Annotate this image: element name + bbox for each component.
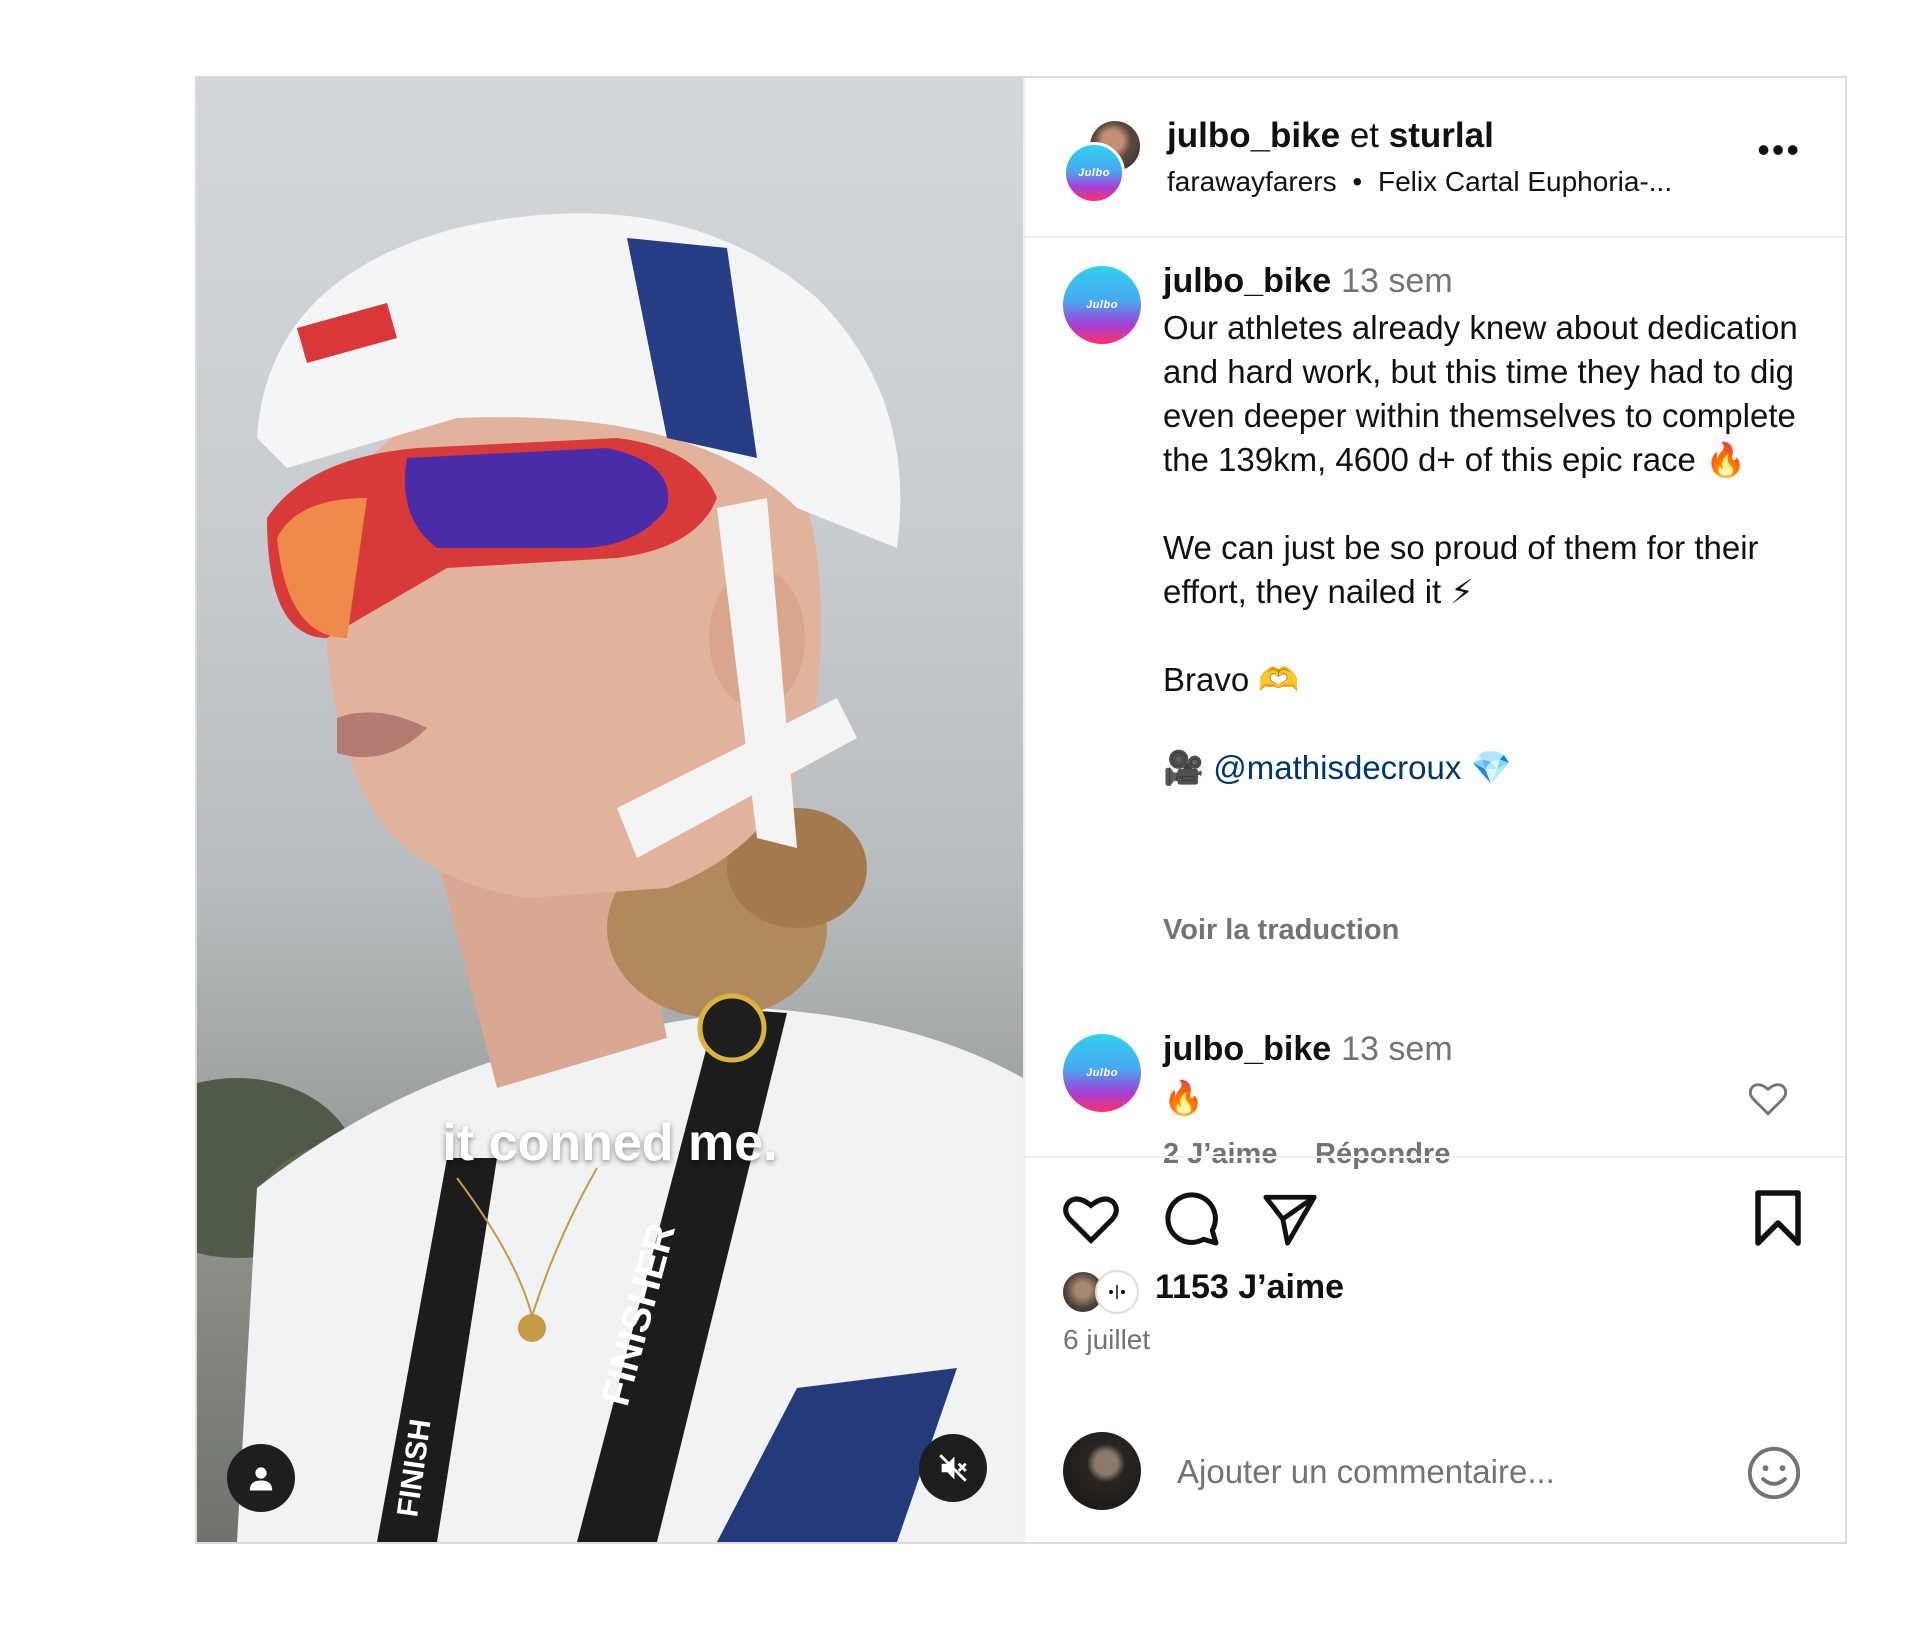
reply-button[interactable]: Répondre bbox=[1315, 1138, 1450, 1171]
more-horizontal-icon[interactable]: ••• bbox=[1757, 132, 1801, 168]
comment-author-row: julbo_bike 13 sem bbox=[1163, 1030, 1453, 1069]
comment-bubble-icon[interactable] bbox=[1161, 1188, 1221, 1248]
julbo-logo-text: Julbo bbox=[1086, 1067, 1118, 1079]
post-date[interactable]: 6 juillet bbox=[1063, 1324, 1150, 1356]
comments-section: Julbo julbo_bike 13 sem Our athletes alre… bbox=[1025, 238, 1845, 1228]
caption-text: Our athletes already knew about dedicati… bbox=[1163, 306, 1803, 790]
current-user-avatar bbox=[1063, 1432, 1141, 1510]
avatar-julbo-bike[interactable]: Julbo bbox=[1063, 142, 1125, 204]
subtitle-separator: • bbox=[1352, 166, 1363, 197]
caption-paragraph-2: We can just be so proud of them for thei… bbox=[1163, 529, 1759, 610]
caption-author-row: julbo_bike 13 sem bbox=[1163, 262, 1453, 301]
paper-plane-icon[interactable] bbox=[1261, 1190, 1319, 1248]
post-authors: julbo_bike et sturlal bbox=[1167, 116, 1494, 156]
mention-link[interactable]: @mathisdecroux bbox=[1213, 749, 1461, 786]
julbo-logo-text: Julbo bbox=[1078, 167, 1110, 179]
liker-avatar-2[interactable] bbox=[1095, 1270, 1139, 1314]
comment-input[interactable] bbox=[1175, 1440, 1699, 1504]
caption-paragraph-3: Bravo 🫶 bbox=[1163, 661, 1300, 698]
post-subtitle: farawayfarers • Felix Cartal Euphoria-..… bbox=[1167, 166, 1672, 198]
comment-author-avatar[interactable]: Julbo bbox=[1063, 1034, 1141, 1112]
smiley-icon[interactable] bbox=[1745, 1444, 1803, 1502]
doodle-face-icon bbox=[1109, 1285, 1125, 1299]
video-subtitle: it conned me. bbox=[442, 1114, 778, 1172]
caption-credit: 🎥 @mathisdecroux 💎 bbox=[1163, 746, 1803, 790]
collab-avatars[interactable]: Julbo bbox=[1063, 118, 1145, 204]
person-icon bbox=[249, 1467, 273, 1491]
post-header: Julbo julbo_bike et sturlal farawayfarer… bbox=[1025, 78, 1845, 238]
caption-author-avatar[interactable]: Julbo bbox=[1063, 266, 1141, 344]
bookmark-icon[interactable] bbox=[1753, 1188, 1803, 1248]
author-link-primary[interactable]: julbo_bike bbox=[1167, 116, 1340, 155]
heart-outline-icon[interactable] bbox=[1061, 1190, 1121, 1246]
audio-track-link[interactable]: Felix Cartal Euphoria-... bbox=[1378, 166, 1672, 197]
post-likes-count[interactable]: 1153 J’aime bbox=[1155, 1268, 1344, 1307]
subtitle-account-link[interactable]: farawayfarers bbox=[1167, 166, 1337, 197]
post-card: FINISHER FINISH it conned me. Julbo julb… bbox=[195, 76, 1847, 1544]
heart-outline-icon[interactable] bbox=[1747, 1078, 1789, 1118]
comment-likes-count[interactable]: 2 J’aime bbox=[1163, 1138, 1277, 1171]
comment-author-link[interactable]: julbo_bike bbox=[1163, 1030, 1331, 1068]
caption-paragraph-1: Our athletes already knew about dedicati… bbox=[1163, 309, 1798, 478]
julbo-logo-text: Julbo bbox=[1086, 299, 1118, 311]
gem-emoji: 💎 bbox=[1470, 749, 1512, 786]
caption-author-link[interactable]: julbo_bike bbox=[1163, 262, 1331, 300]
comment-text: 🔥 bbox=[1163, 1079, 1205, 1116]
author-joiner: et bbox=[1349, 116, 1380, 155]
author-link-secondary[interactable]: sturlal bbox=[1389, 116, 1494, 155]
post-video[interactable]: FINISHER FINISH it conned me. bbox=[197, 78, 1023, 1542]
camera-emoji: 🎥 bbox=[1163, 749, 1205, 786]
video-frame-illustration: FINISHER FINISH bbox=[197, 213, 1023, 1542]
actions-divider bbox=[1025, 1156, 1845, 1158]
post-side-panel: Julbo julbo_bike et sturlal farawayfarer… bbox=[1025, 78, 1845, 1542]
caption-timestamp[interactable]: 13 sem bbox=[1341, 262, 1453, 300]
comment-timestamp[interactable]: 13 sem bbox=[1341, 1030, 1453, 1068]
speaker-muted-icon bbox=[939, 1454, 967, 1482]
mute-button[interactable] bbox=[919, 1434, 987, 1502]
tagged-people-button[interactable] bbox=[227, 1444, 295, 1512]
see-translation-link[interactable]: Voir la traduction bbox=[1163, 914, 1399, 947]
